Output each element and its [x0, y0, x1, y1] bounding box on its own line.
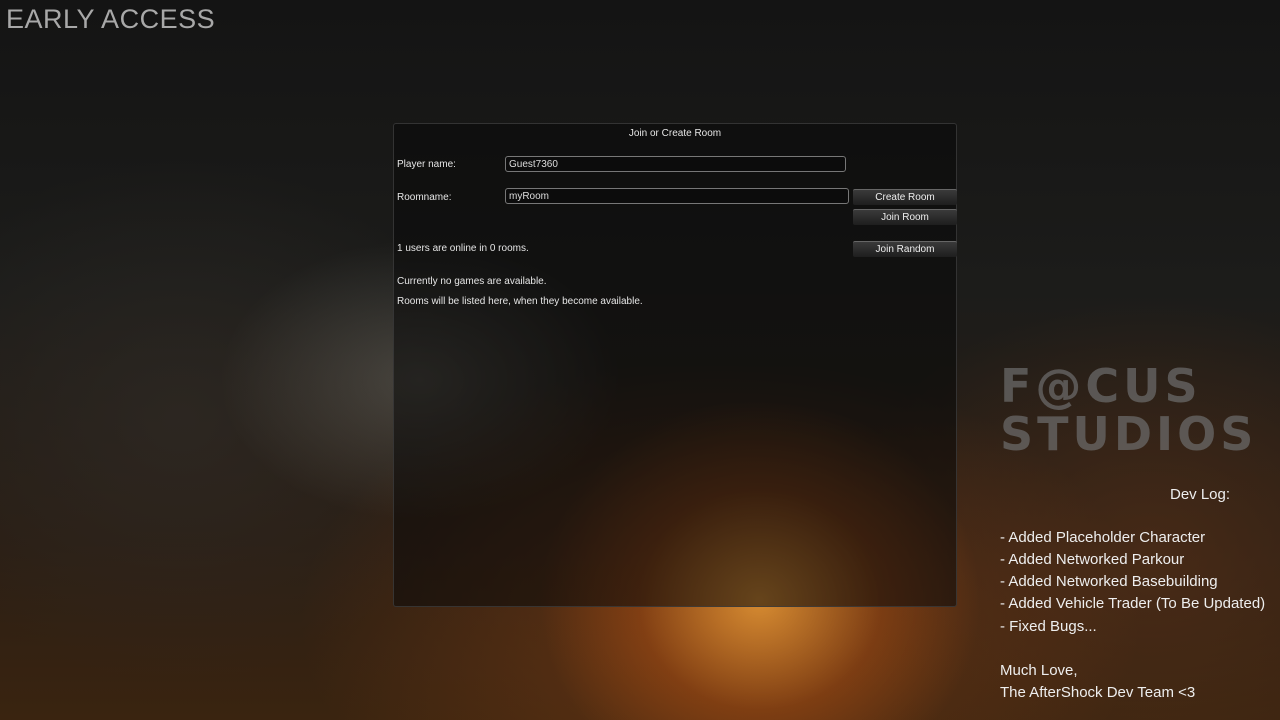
- devlog-sign-1: Much Love,: [1000, 662, 1078, 679]
- rooms-hint-text: Rooms will be listed here, when they bec…: [397, 296, 643, 307]
- devlog-item: - Added Networked Basebuilding: [1000, 573, 1218, 590]
- devlog-item: - Added Placeholder Character: [1000, 529, 1206, 546]
- create-room-button[interactable]: Create Room: [853, 189, 957, 205]
- devlog-title: Dev Log:: [1170, 486, 1231, 503]
- logo-line1: F@CUS: [1000, 359, 1202, 413]
- roomname-label: Roomname:: [397, 192, 452, 203]
- early-access-banner: EARLY ACCESS: [6, 4, 216, 34]
- logo-line2: STUDIOS: [1000, 407, 1258, 461]
- join-room-button[interactable]: Join Room: [853, 209, 957, 225]
- join-create-room-dialog: Join or Create Room Player name: Roomnam…: [393, 123, 957, 607]
- dialog-title: Join or Create Room: [628, 128, 722, 139]
- join-random-button[interactable]: Join Random: [853, 241, 957, 257]
- player-name-input[interactable]: [505, 156, 846, 172]
- devlog-item: - Added Networked Parkour: [1000, 551, 1185, 568]
- devlog-item: - Added Vehicle Trader (To Be Updated): [1000, 595, 1266, 612]
- focus-studios-logo: F@CUS STUDIOS: [1000, 362, 1257, 458]
- online-status: 1 users are online in 0 rooms.: [397, 243, 529, 254]
- devlog-item: - Fixed Bugs...: [1000, 618, 1097, 635]
- roomname-input[interactable]: [505, 188, 849, 204]
- player-name-label: Player name:: [397, 159, 456, 170]
- no-games-text: Currently no games are available.: [397, 276, 547, 287]
- devlog-sign-2: The AfterShock Dev Team <3: [1000, 684, 1196, 701]
